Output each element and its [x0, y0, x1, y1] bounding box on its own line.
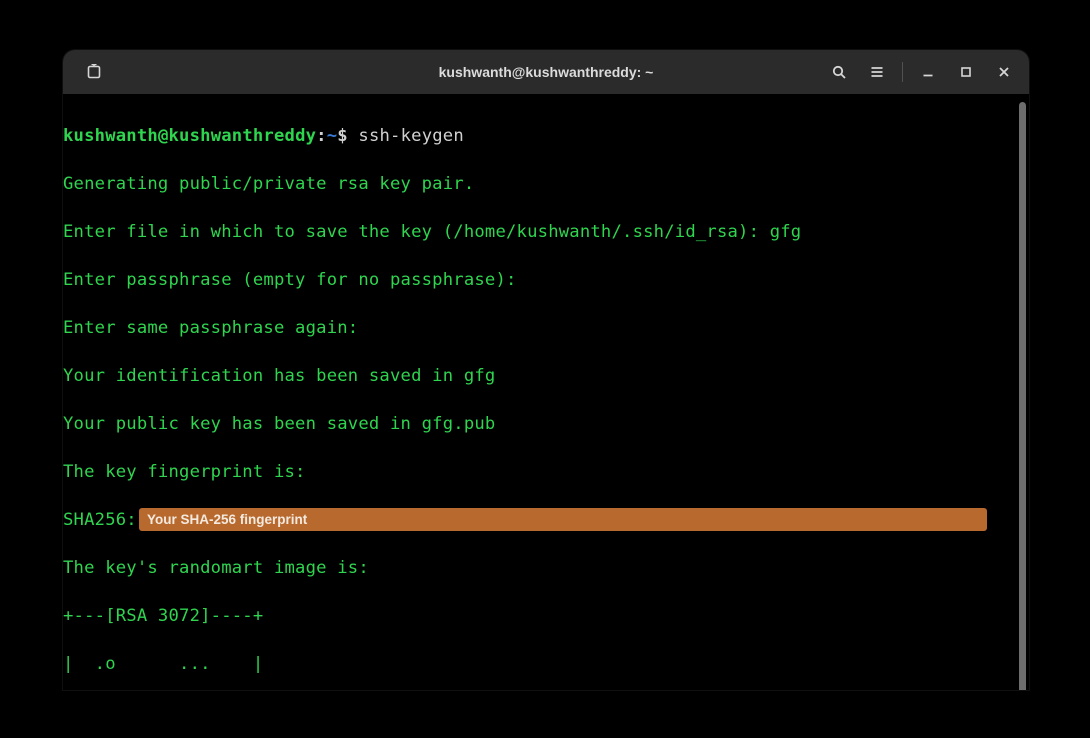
sha-row: SHA256:Your SHA-256 fingerprint	[63, 508, 1025, 532]
command: ssh-keygen	[358, 126, 463, 146]
output-line: Your identification has been saved in gf…	[63, 364, 1025, 388]
output-line: Your public key has been saved in gfg.pu…	[63, 412, 1025, 436]
hamburger-menu-icon[interactable]	[860, 57, 894, 87]
sha-label: SHA256:	[63, 510, 137, 530]
prompt-user: kushwanth	[63, 126, 158, 146]
output-line: Generating public/private rsa key pair.	[63, 172, 1025, 196]
output-line: The key's randomart image is:	[63, 556, 1025, 580]
prompt-path: ~	[327, 126, 338, 146]
prompt-line: kushwanth@kushwanthreddy:~$ ssh-keygen	[63, 124, 1025, 148]
maximize-button[interactable]	[949, 57, 983, 87]
terminal-content[interactable]: kushwanth@kushwanthreddy:~$ ssh-keygen G…	[63, 94, 1029, 690]
titlebar: kushwanth@kushwanthreddy: ~	[63, 50, 1029, 94]
output-line: Enter same passphrase again:	[63, 316, 1025, 340]
close-button[interactable]	[987, 57, 1021, 87]
output-line: Enter file in which to save the key (/ho…	[63, 220, 1025, 244]
output-line: The key fingerprint is:	[63, 460, 1025, 484]
terminal-window: kushwanth@kushwanthreddy: ~	[63, 50, 1029, 690]
titlebar-separator	[902, 62, 903, 82]
new-tab-button[interactable]	[77, 57, 111, 87]
prompt-host: kushwanthreddy	[169, 126, 317, 146]
randomart-line: +---[RSA 3072]----+	[63, 604, 1025, 628]
terminal-output: kushwanth@kushwanthreddy:~$ ssh-keygen G…	[63, 98, 1029, 690]
output-line: Enter passphrase (empty for no passphras…	[63, 268, 1025, 292]
prompt-at: @	[158, 126, 169, 146]
redaction-overlay: Your SHA-256 fingerprint	[139, 508, 987, 531]
prompt-colon: :	[316, 126, 327, 146]
minimize-button[interactable]	[911, 57, 945, 87]
prompt-dollar: $	[337, 126, 358, 146]
randomart-line: | .o ... |	[63, 652, 1025, 676]
search-icon[interactable]	[822, 57, 856, 87]
scrollbar[interactable]	[1019, 102, 1026, 690]
